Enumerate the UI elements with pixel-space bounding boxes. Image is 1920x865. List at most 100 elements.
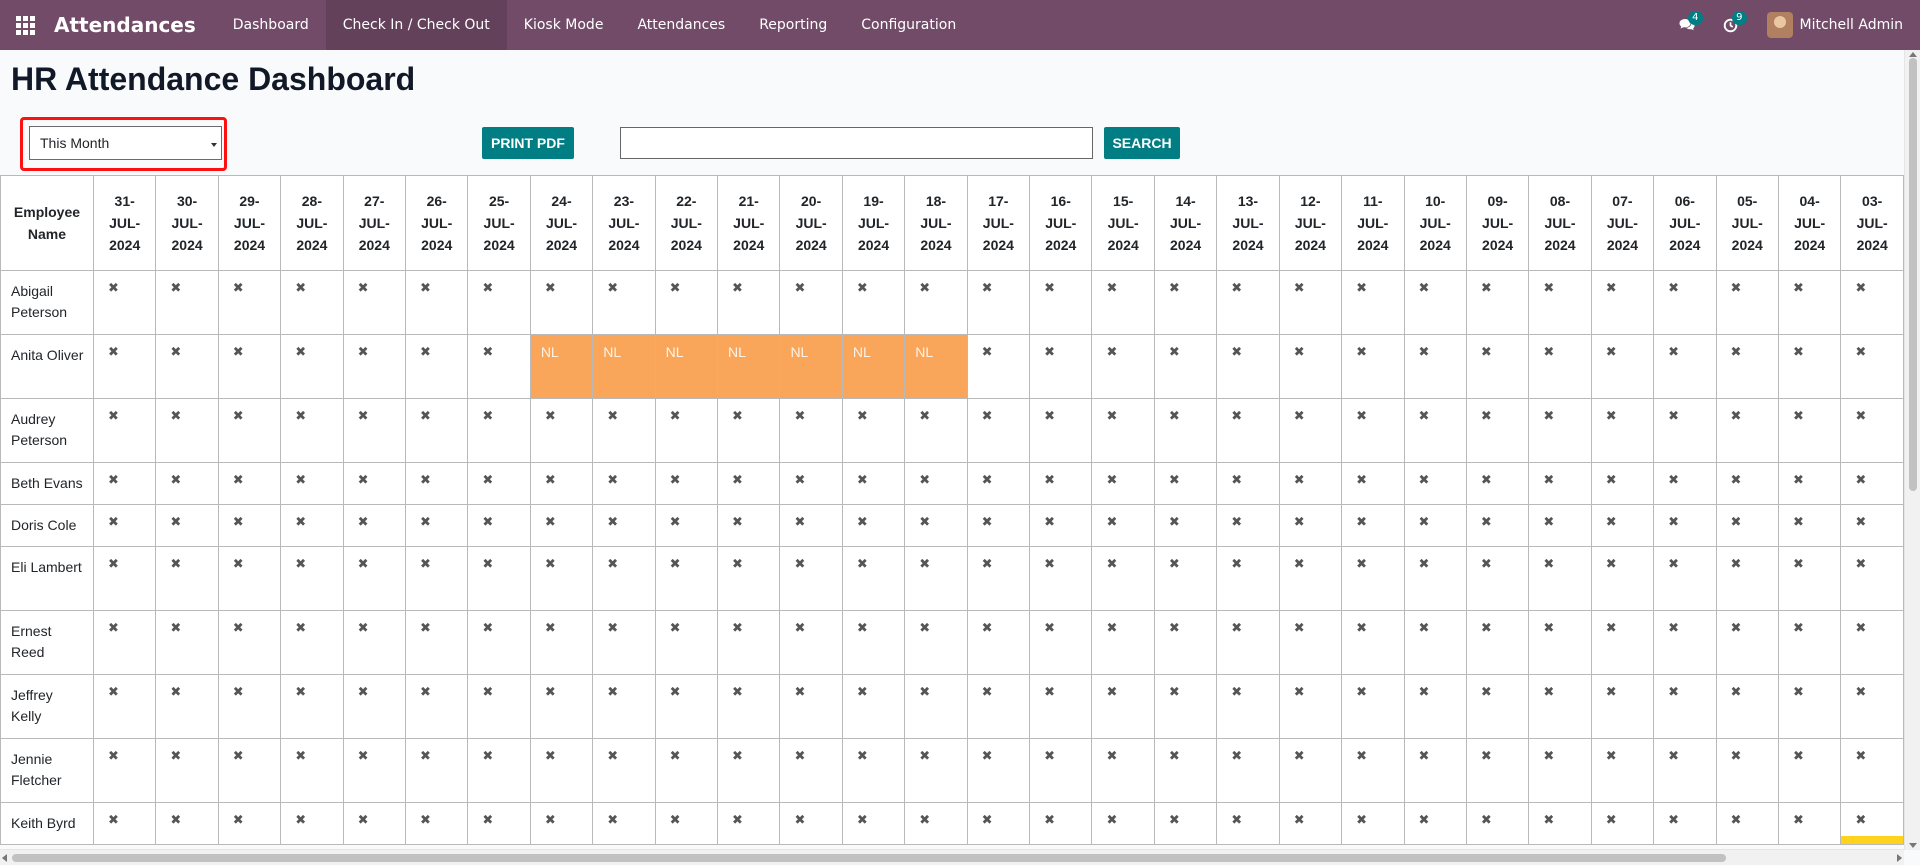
date-header: 13- JUL- 2024 [1216,175,1280,271]
date-header: 04- JUL- 2024 [1777,175,1842,271]
scroll-up-icon[interactable] [1909,52,1917,57]
horizontal-scroll-thumb[interactable] [12,854,1726,862]
absent-cell: ✖ [966,738,1031,803]
absent-cell: ✖ [1278,462,1343,505]
date-header: 06- JUL- 2024 [1653,175,1717,271]
table-row: Jeffrey Kelly ✖ ✖ ✖ ✖ ✖ ✖ ✖ ✖ ✖ ✖ ✖ ✖ ✖ ✖ ✖ ✖ ✖ ✖ ✖ ✖ ✖ ✖ ✖ ✖ ✖ ✖ ✖… [0,674,1904,739]
absent-cell: ✖ [592,674,656,739]
absent-cell: ✖ [1715,546,1779,611]
menu-kiosk-mode[interactable]: Kiosk Mode [507,0,621,50]
absent-cell: ✖ [1590,462,1655,505]
absent-cell: ✖ [529,738,594,803]
vertical-scroll-thumb[interactable] [1909,58,1917,491]
absent-cell: ✖ [155,546,219,611]
absent-cell: ✖ [1216,270,1280,335]
menu-dashboard[interactable]: Dashboard [216,0,326,50]
absent-cell: ✖ [92,610,157,675]
absent-cell: ✖ [1590,504,1655,547]
absent-cell: ✖ [1715,802,1779,845]
absent-cell: ✖ [1590,270,1655,335]
absent-cell: ✖ [217,334,282,399]
table-row: Audrey Peterson ✖ ✖ ✖ ✖ ✖ ✖ ✖ ✖ ✖ ✖ ✖ ✖ ✖ ✖ ✖ ✖ ✖ ✖ ✖ ✖ ✖ ✖ ✖ ✖ ✖… [0,398,1904,463]
absent-cell: ✖ [841,462,906,505]
search-button[interactable]: SEARCH [1104,127,1180,159]
absent-cell: ✖ [155,462,219,505]
absent-cell: ✖ [1341,610,1405,675]
absent-cell: ✖ [1528,462,1592,505]
absent-cell: ✖ [654,504,719,547]
absent-cell: ✖ [1278,334,1343,399]
absent-cell: ✖ [904,546,968,611]
absent-cell: ✖ [904,674,968,739]
absent-cell: ✖ [155,270,219,335]
apps-grid-icon[interactable] [0,0,50,50]
absent-cell: ✖ [1153,546,1218,611]
absent-cell: ✖ [404,674,469,739]
absent-cell: ✖ [342,802,407,845]
date-header: 21- JUL- 2024 [717,175,781,271]
absent-cell: ✖ [1029,504,1093,547]
absent-cell: ✖ [1653,462,1717,505]
absent-cell: ✖ [342,398,407,463]
absent-cell: ✖ [1091,802,1155,845]
absent-cell: ✖ [1153,334,1218,399]
chat-icon[interactable]: 4 [1665,0,1709,50]
absent-cell: ✖ [1403,546,1467,611]
scroll-left-icon[interactable] [2,854,7,862]
menu-configuration[interactable]: Configuration [844,0,973,50]
absent-cell: ✖ [217,546,282,611]
user-menu[interactable]: Mitchell Admin [1753,12,1920,38]
absent-cell: ✖ [404,462,469,505]
absent-cell: ✖ [1653,546,1717,611]
date-header: 05- JUL- 2024 [1715,175,1779,271]
absent-cell: ✖ [1840,504,1904,547]
date-header: 08- JUL- 2024 [1528,175,1592,271]
absent-cell: ✖ [404,738,469,803]
absent-cell: ✖ [1091,334,1155,399]
absent-cell: ✖ [217,462,282,505]
scroll-right-icon[interactable] [1897,854,1902,862]
absent-cell: ✖ [404,334,469,399]
absent-cell: ✖ [1465,334,1530,399]
employee-name-cell: Ernest Reed [0,610,94,675]
absent-cell: ✖ [1029,674,1093,739]
clock-icon[interactable]: 9 [1709,0,1753,50]
absent-cell: ✖ [1465,398,1530,463]
search-input[interactable] [620,127,1093,159]
absent-cell: ✖ [1840,802,1904,845]
absent-cell: ✖ [1528,334,1592,399]
date-header: 07- JUL- 2024 [1590,175,1655,271]
absent-cell: ✖ [92,334,157,399]
absent-cell: ✖ [404,610,469,675]
absent-cell: ✖ [1777,546,1842,611]
absent-cell: ✖ [1715,610,1779,675]
menu-reporting[interactable]: Reporting [742,0,844,50]
absent-cell: ✖ [155,610,219,675]
period-select[interactable]: This Month [29,126,222,160]
absent-cell: ✖ [904,610,968,675]
absent-cell: ✖ [841,802,906,845]
absent-cell: ✖ [1341,738,1405,803]
horizontal-scrollbar[interactable] [0,849,1904,865]
date-header: 28- JUL- 2024 [280,175,344,271]
vertical-scrollbar[interactable] [1904,50,1920,850]
scroll-down-icon[interactable] [1909,843,1917,848]
absent-cell: ✖ [342,610,407,675]
absent-cell: ✖ [1216,462,1280,505]
app-title[interactable]: Attendances [54,13,196,37]
print-pdf-button[interactable]: PRINT PDF [482,127,574,159]
menu-attendances[interactable]: Attendances [620,0,742,50]
table-row: Beth Evans ✖ ✖ ✖ ✖ ✖ ✖ ✖ ✖ ✖ ✖ ✖ ✖ ✖ ✖ ✖ ✖ ✖ ✖ ✖ ✖ ✖ ✖ ✖ ✖ ✖ ✖ ✖ ✖ ✖ [0,462,1904,505]
absent-cell: ✖ [1590,546,1655,611]
employee-name-cell: Audrey Peterson [0,398,94,463]
absent-cell: ✖ [1341,504,1405,547]
absent-cell: ✖ [654,462,719,505]
employee-name-cell: Keith Byrd [0,802,94,845]
absent-cell: ✖ [92,546,157,611]
menu-check-in-check-out[interactable]: Check In / Check Out [325,0,507,50]
activities-badge: 9 [1732,11,1747,25]
absent-cell: ✖ [280,546,344,611]
absent-cell: ✖ [1840,546,1904,611]
absent-cell: ✖ [1403,674,1467,739]
absent-cell: ✖ [1590,398,1655,463]
